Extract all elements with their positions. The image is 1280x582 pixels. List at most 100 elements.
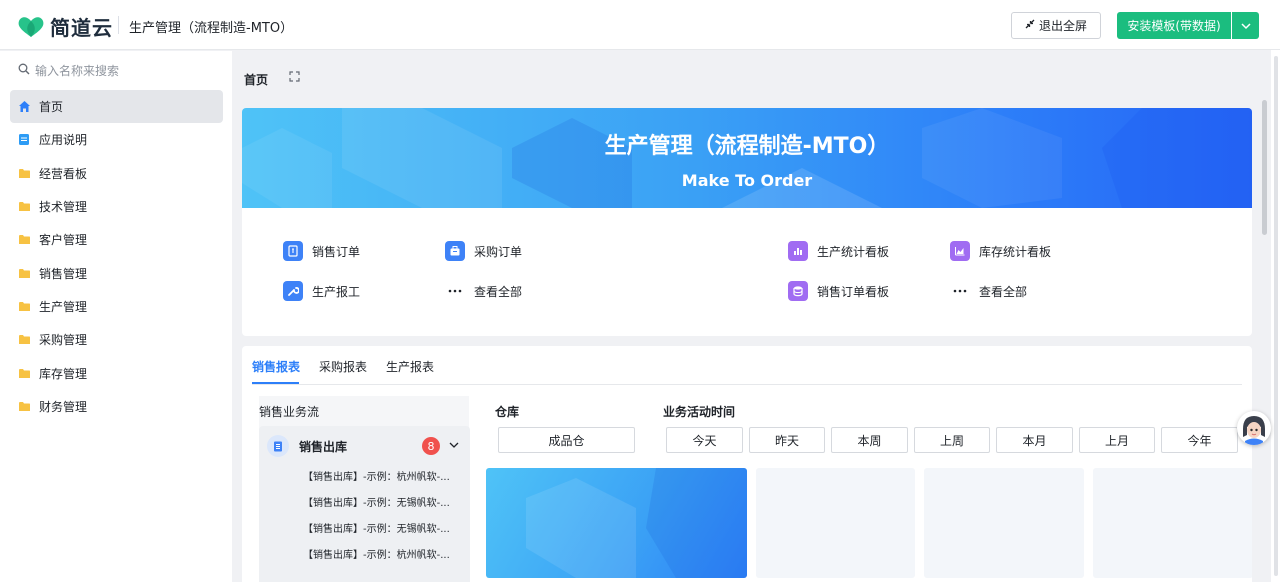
sales-flow-panel: 销售业务流 销售出库 8 【销售出库】-示例：杭州帆软-... 【销售出库】-示… xyxy=(259,396,470,582)
count-badge: 8 xyxy=(422,437,440,455)
expand-icon[interactable] xyxy=(289,71,300,85)
flow-list-item[interactable]: 【销售出库】-示例：无锡帆软-... xyxy=(303,494,450,509)
more-icon xyxy=(445,281,465,301)
database-icon xyxy=(788,281,808,301)
sidebar-item-label: 生产管理 xyxy=(39,299,88,314)
time-option-last-week[interactable]: 上周 xyxy=(914,427,990,453)
search-input[interactable]: 输入名称来搜索 xyxy=(18,62,119,79)
shortcut-label: 生产统计看板 xyxy=(817,244,890,259)
shortcut-sales-order[interactable]: 销售订单 xyxy=(283,241,360,261)
sidebar-item-label: 客户管理 xyxy=(39,233,88,248)
time-option-yesterday[interactable]: 昨天 xyxy=(749,427,825,453)
sidebar-nav: 首页 应用说明 经营看板 技术管理 客户管理 销售管理 生产管理 采购管理 库存… xyxy=(10,90,223,423)
sidebar-item-label: 首页 xyxy=(39,100,64,115)
sidebar-item-label: 技术管理 xyxy=(39,200,88,215)
more-icon xyxy=(950,281,970,301)
sidebar-item-production[interactable]: 生产管理 xyxy=(10,290,223,323)
shortcut-production-report[interactable]: 生产报工 xyxy=(283,281,360,301)
logo-mark-icon xyxy=(16,15,46,39)
stat-tile[interactable] xyxy=(924,468,1084,578)
sidebar-item-business-board[interactable]: 经营看板 xyxy=(10,157,223,190)
activity-time-filter: 业务活动时间 今天 昨天 本周 上周 本月 上月 今年 xyxy=(656,396,1248,462)
sidebar-item-label: 采购管理 xyxy=(39,333,88,348)
search-icon xyxy=(18,63,35,78)
assistant-avatar[interactable] xyxy=(1237,411,1271,445)
top-header: 简道云 生产管理（流程制造-MTO） 退出全屏 安装模板(带数据) xyxy=(0,0,1280,50)
warehouse-filter: 仓库 成品仓 xyxy=(486,396,648,462)
shortcut-sales-order-board[interactable]: 销售订单看板 xyxy=(788,281,889,301)
folder-icon xyxy=(17,200,31,214)
sidebar-item-purchase[interactable]: 采购管理 xyxy=(10,323,223,356)
warehouse-select[interactable]: 成品仓 xyxy=(498,427,635,453)
content-scrollbar[interactable] xyxy=(1262,100,1267,235)
logo-text: 简道云 xyxy=(50,16,113,40)
shortcut-view-all-right[interactable]: 查看全部 xyxy=(950,281,1027,301)
app-banner: 生产管理（流程制造-MTO） Make To Order xyxy=(242,108,1252,208)
flow-list-item[interactable]: 【销售出库】-示例：杭州帆软-... xyxy=(303,546,450,561)
list-doc-icon xyxy=(267,435,289,457)
tab-divider xyxy=(252,384,1242,385)
stat-tile[interactable] xyxy=(1093,468,1252,578)
flow-list-item[interactable]: 【销售出库】-示例：杭州帆软-... xyxy=(303,468,450,483)
sidebar-item-app-intro[interactable]: 应用说明 xyxy=(10,123,223,156)
folder-icon xyxy=(17,166,31,180)
install-dropdown-button[interactable] xyxy=(1232,12,1259,39)
shortcut-inventory-stats[interactable]: 库存统计看板 xyxy=(950,241,1051,261)
time-option-this-week[interactable]: 本周 xyxy=(831,427,908,453)
doc-icon xyxy=(17,133,31,147)
shortcut-label: 查看全部 xyxy=(979,284,1028,299)
sidebar-item-inventory[interactable]: 库存管理 xyxy=(10,356,223,389)
wrench-icon xyxy=(283,281,303,301)
shortcut-label: 查看全部 xyxy=(474,284,523,299)
folder-icon xyxy=(17,233,31,247)
sidebar-item-label: 销售管理 xyxy=(39,266,88,281)
time-option-today[interactable]: 今天 xyxy=(666,427,743,453)
sidebar-item-finance[interactable]: 财务管理 xyxy=(10,390,223,423)
search-placeholder: 输入名称来搜索 xyxy=(35,64,120,78)
shortcut-view-all-left[interactable]: 查看全部 xyxy=(445,281,522,301)
shortcut-label: 生产报工 xyxy=(312,284,361,299)
chevron-down-icon xyxy=(1240,19,1251,33)
assistant-face-icon xyxy=(1238,412,1270,445)
flow-card-title: 销售出库 xyxy=(299,439,348,454)
sales-outbound-header[interactable]: 销售出库 xyxy=(267,435,347,457)
tab-home[interactable]: 首页 xyxy=(244,71,268,88)
exit-fullscreen-button[interactable]: 退出全屏 xyxy=(1011,12,1101,39)
tab-sales-report[interactable]: 销售报表 xyxy=(252,358,300,375)
sidebar: 输入名称来搜索 首页 应用说明 经营看板 技术管理 客户管理 销售管理 生产管理… xyxy=(0,51,232,582)
home-icon xyxy=(17,100,31,114)
app-logo[interactable]: 简道云 xyxy=(16,12,113,41)
outer-scrollbar[interactable] xyxy=(1274,56,1278,576)
tile-decoration xyxy=(526,468,747,578)
sidebar-item-home[interactable]: 首页 xyxy=(10,90,223,124)
tab-production-report[interactable]: 生产报表 xyxy=(386,358,434,375)
folder-icon xyxy=(17,333,31,347)
time-option-last-month[interactable]: 上月 xyxy=(1079,427,1155,453)
chevron-down-icon[interactable] xyxy=(449,438,459,452)
shortcut-label: 销售订单看板 xyxy=(817,284,890,299)
sidebar-item-sales[interactable]: 销售管理 xyxy=(10,256,223,289)
folder-icon xyxy=(17,399,31,413)
area-chart-icon xyxy=(950,241,970,261)
stat-tile[interactable] xyxy=(756,468,915,578)
install-template-button[interactable]: 安装模板(带数据) xyxy=(1117,12,1231,39)
tab-purchase-report[interactable]: 采购报表 xyxy=(319,358,367,375)
flow-list-item[interactable]: 【销售出库】-示例：无锡帆软-... xyxy=(303,520,450,535)
stat-tile-highlight[interactable] xyxy=(486,468,747,578)
folder-icon xyxy=(17,366,31,380)
order-icon xyxy=(283,241,303,261)
time-option-this-month[interactable]: 本月 xyxy=(996,427,1073,453)
activity-time-label: 业务活动时间 xyxy=(663,405,736,419)
folder-icon xyxy=(17,266,31,280)
shortcut-production-stats[interactable]: 生产统计看板 xyxy=(788,241,889,261)
header-divider xyxy=(118,16,119,34)
sidebar-item-customer[interactable]: 客户管理 xyxy=(10,223,223,256)
overview-card: 生产管理（流程制造-MTO） Make To Order 销售订单 采购订单 生… xyxy=(242,108,1252,336)
shortcut-purchase-order[interactable]: 采购订单 xyxy=(445,241,522,261)
shortcut-label: 库存统计看板 xyxy=(979,244,1052,259)
sidebar-item-tech[interactable]: 技术管理 xyxy=(10,190,223,223)
main-tabbar: 首页 xyxy=(233,51,1280,100)
time-option-this-year[interactable]: 今年 xyxy=(1161,427,1238,453)
app-title: 生产管理（流程制造-MTO） xyxy=(129,21,294,36)
briefcase-icon xyxy=(445,241,465,261)
